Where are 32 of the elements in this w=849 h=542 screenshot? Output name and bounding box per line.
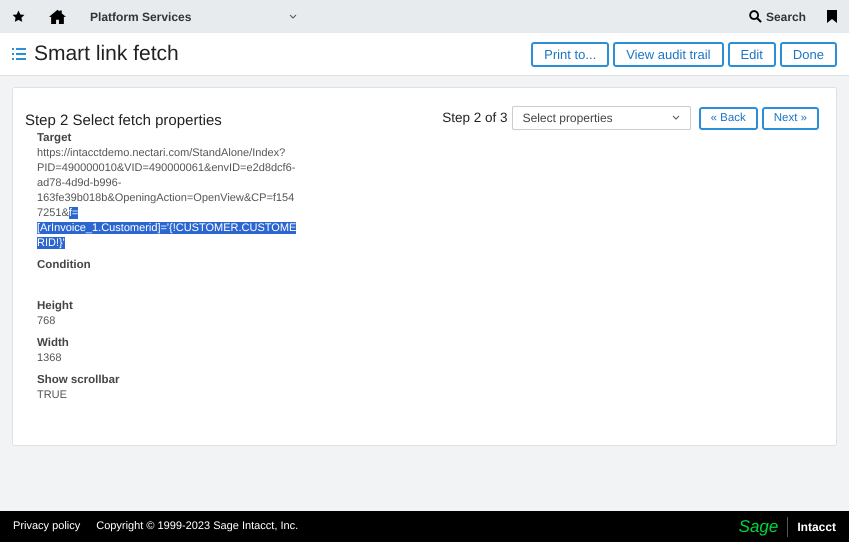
properties-select[interactable]: Select properties [512,106,691,130]
next-button[interactable]: Next » [762,106,819,130]
step-indicator: Step 2 of 3 [442,109,508,128]
back-button[interactable]: « Back [698,106,758,130]
bookmark-icon[interactable] [827,10,837,23]
chevron-down-icon[interactable] [289,14,298,20]
list-icon [12,48,26,60]
toolbar-button[interactable]: Print to... [531,42,610,66]
field-value: 1368 [37,350,62,366]
section-heading: Step 2 Select fetch properties [25,111,222,131]
product-name: Intacct [797,518,836,536]
field-value: 768 [37,314,56,328]
chevron-down-icon [672,115,680,122]
field-value: https://intacctdemo.nectari.com/StandAlone/Index?PID=490000010&VID=490000061&envID=e2d8dcf6-ad78-4d9d-b996-163fe39b018b&OpeningAction=OpenView&CP=f1547251&f=[ArInvoice_1.Customerid]='{!CUSTOMER.CUSTOMERID!}' [37,146,298,250]
copyright-text: Copyright © 1999-2023 Sage Intacct, Inc. [96,519,298,534]
search-icon[interactable] [748,10,762,23]
field-label: Width [37,336,70,350]
toolbar-button[interactable]: Done [780,42,837,66]
privacy-link[interactable]: Privacy policy [13,518,80,535]
field-label: Height [37,298,74,314]
home-icon[interactable] [49,9,66,24]
toolbar-button[interactable]: View audit trail [613,42,724,66]
brand-logo: Sage [738,516,778,538]
field-label: Target [37,130,72,146]
star-icon[interactable] [12,10,25,23]
module-name[interactable]: Platform Services [90,8,192,26]
field-value: TRUE [37,388,68,402]
field-label: Condition [37,258,92,272]
field-label: Show scrollbar [37,372,120,388]
search-link[interactable]: Search [766,8,806,26]
page-title: Smart link fetch [34,41,179,68]
toolbar-button[interactable]: Edit [728,42,776,66]
